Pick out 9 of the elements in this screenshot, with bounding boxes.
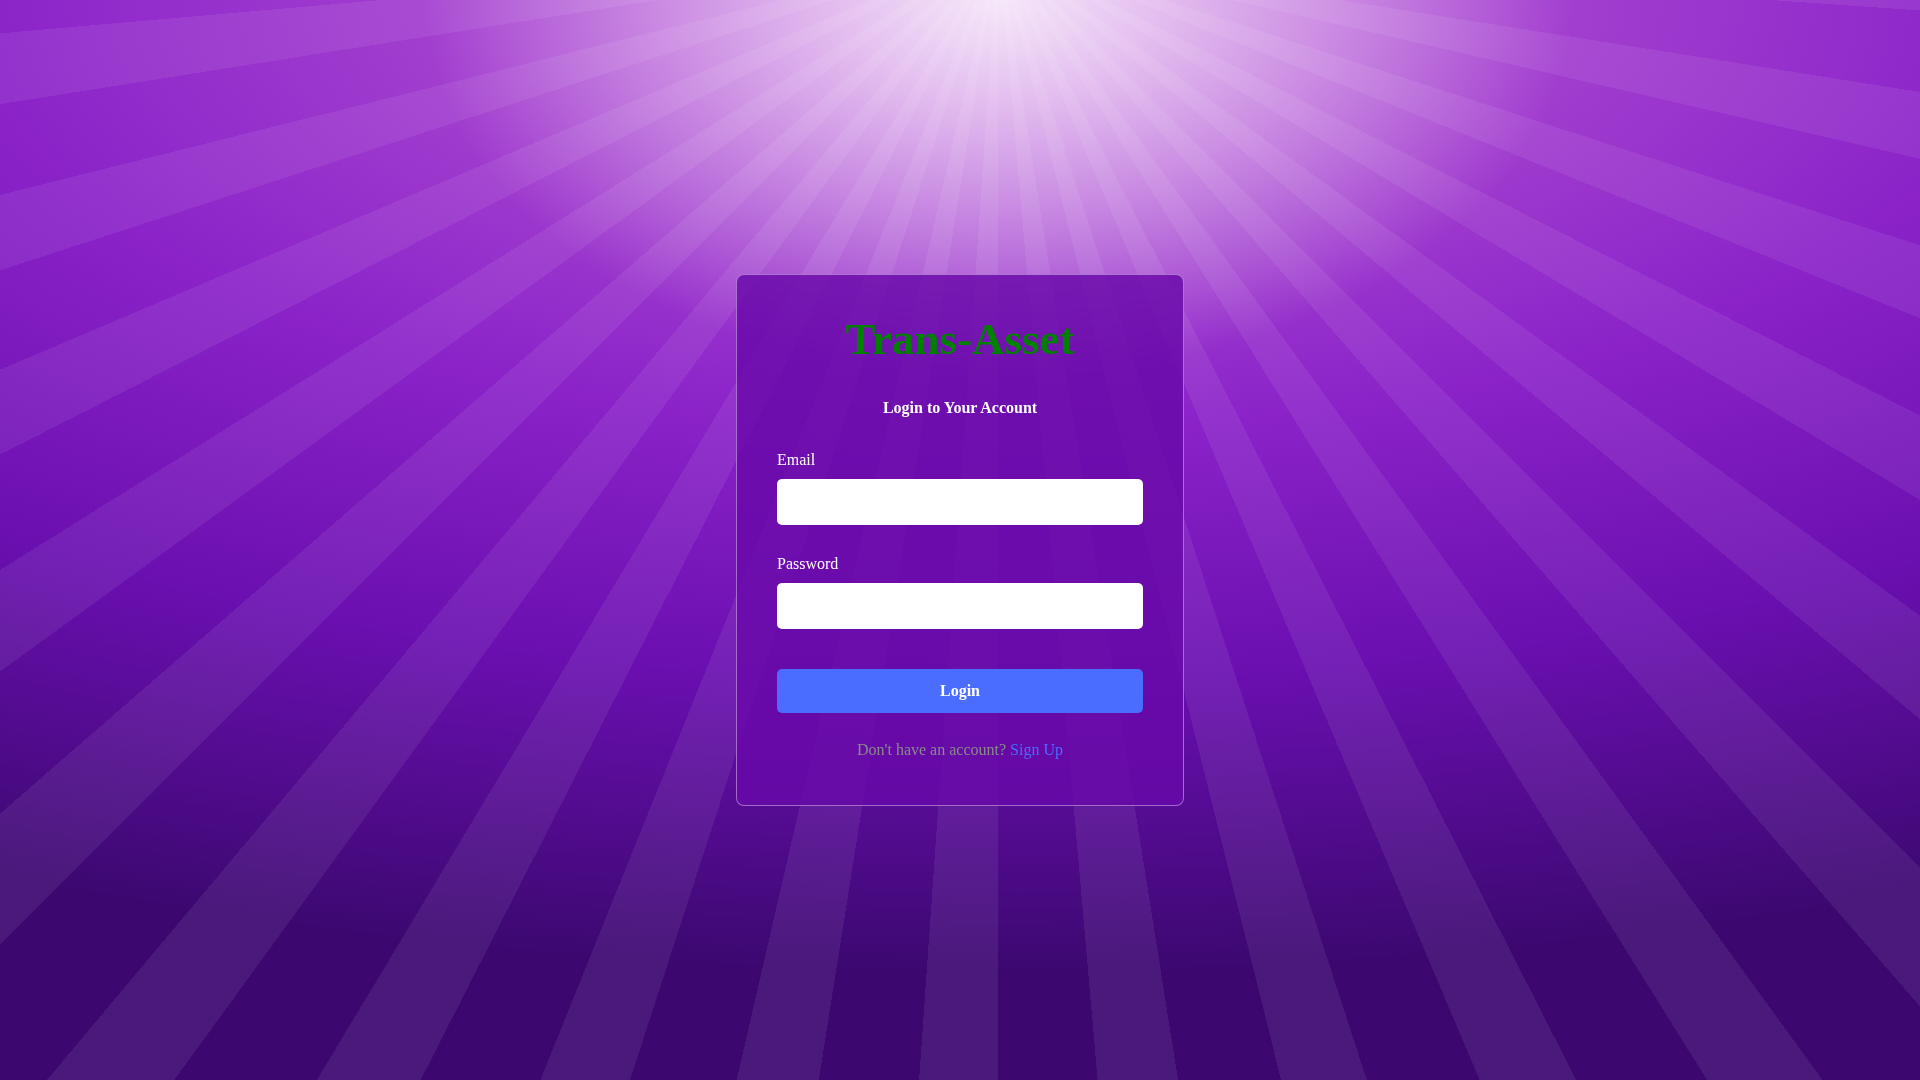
form-heading: Login to Your Account — [881, 398, 1039, 417]
input-field[interactable] — [777, 582, 1143, 629]
signup-prompt: Don't have an account? — [857, 740, 1007, 758]
input-field[interactable] — [777, 478, 1143, 525]
login-button[interactable]: Login — [777, 668, 1143, 713]
field-label: Email — [777, 450, 816, 469]
field-label: Password — [777, 554, 839, 573]
signup-link[interactable]: Sign Up — [1010, 740, 1063, 758]
brand-title: Trans-Asset — [844, 315, 1076, 365]
